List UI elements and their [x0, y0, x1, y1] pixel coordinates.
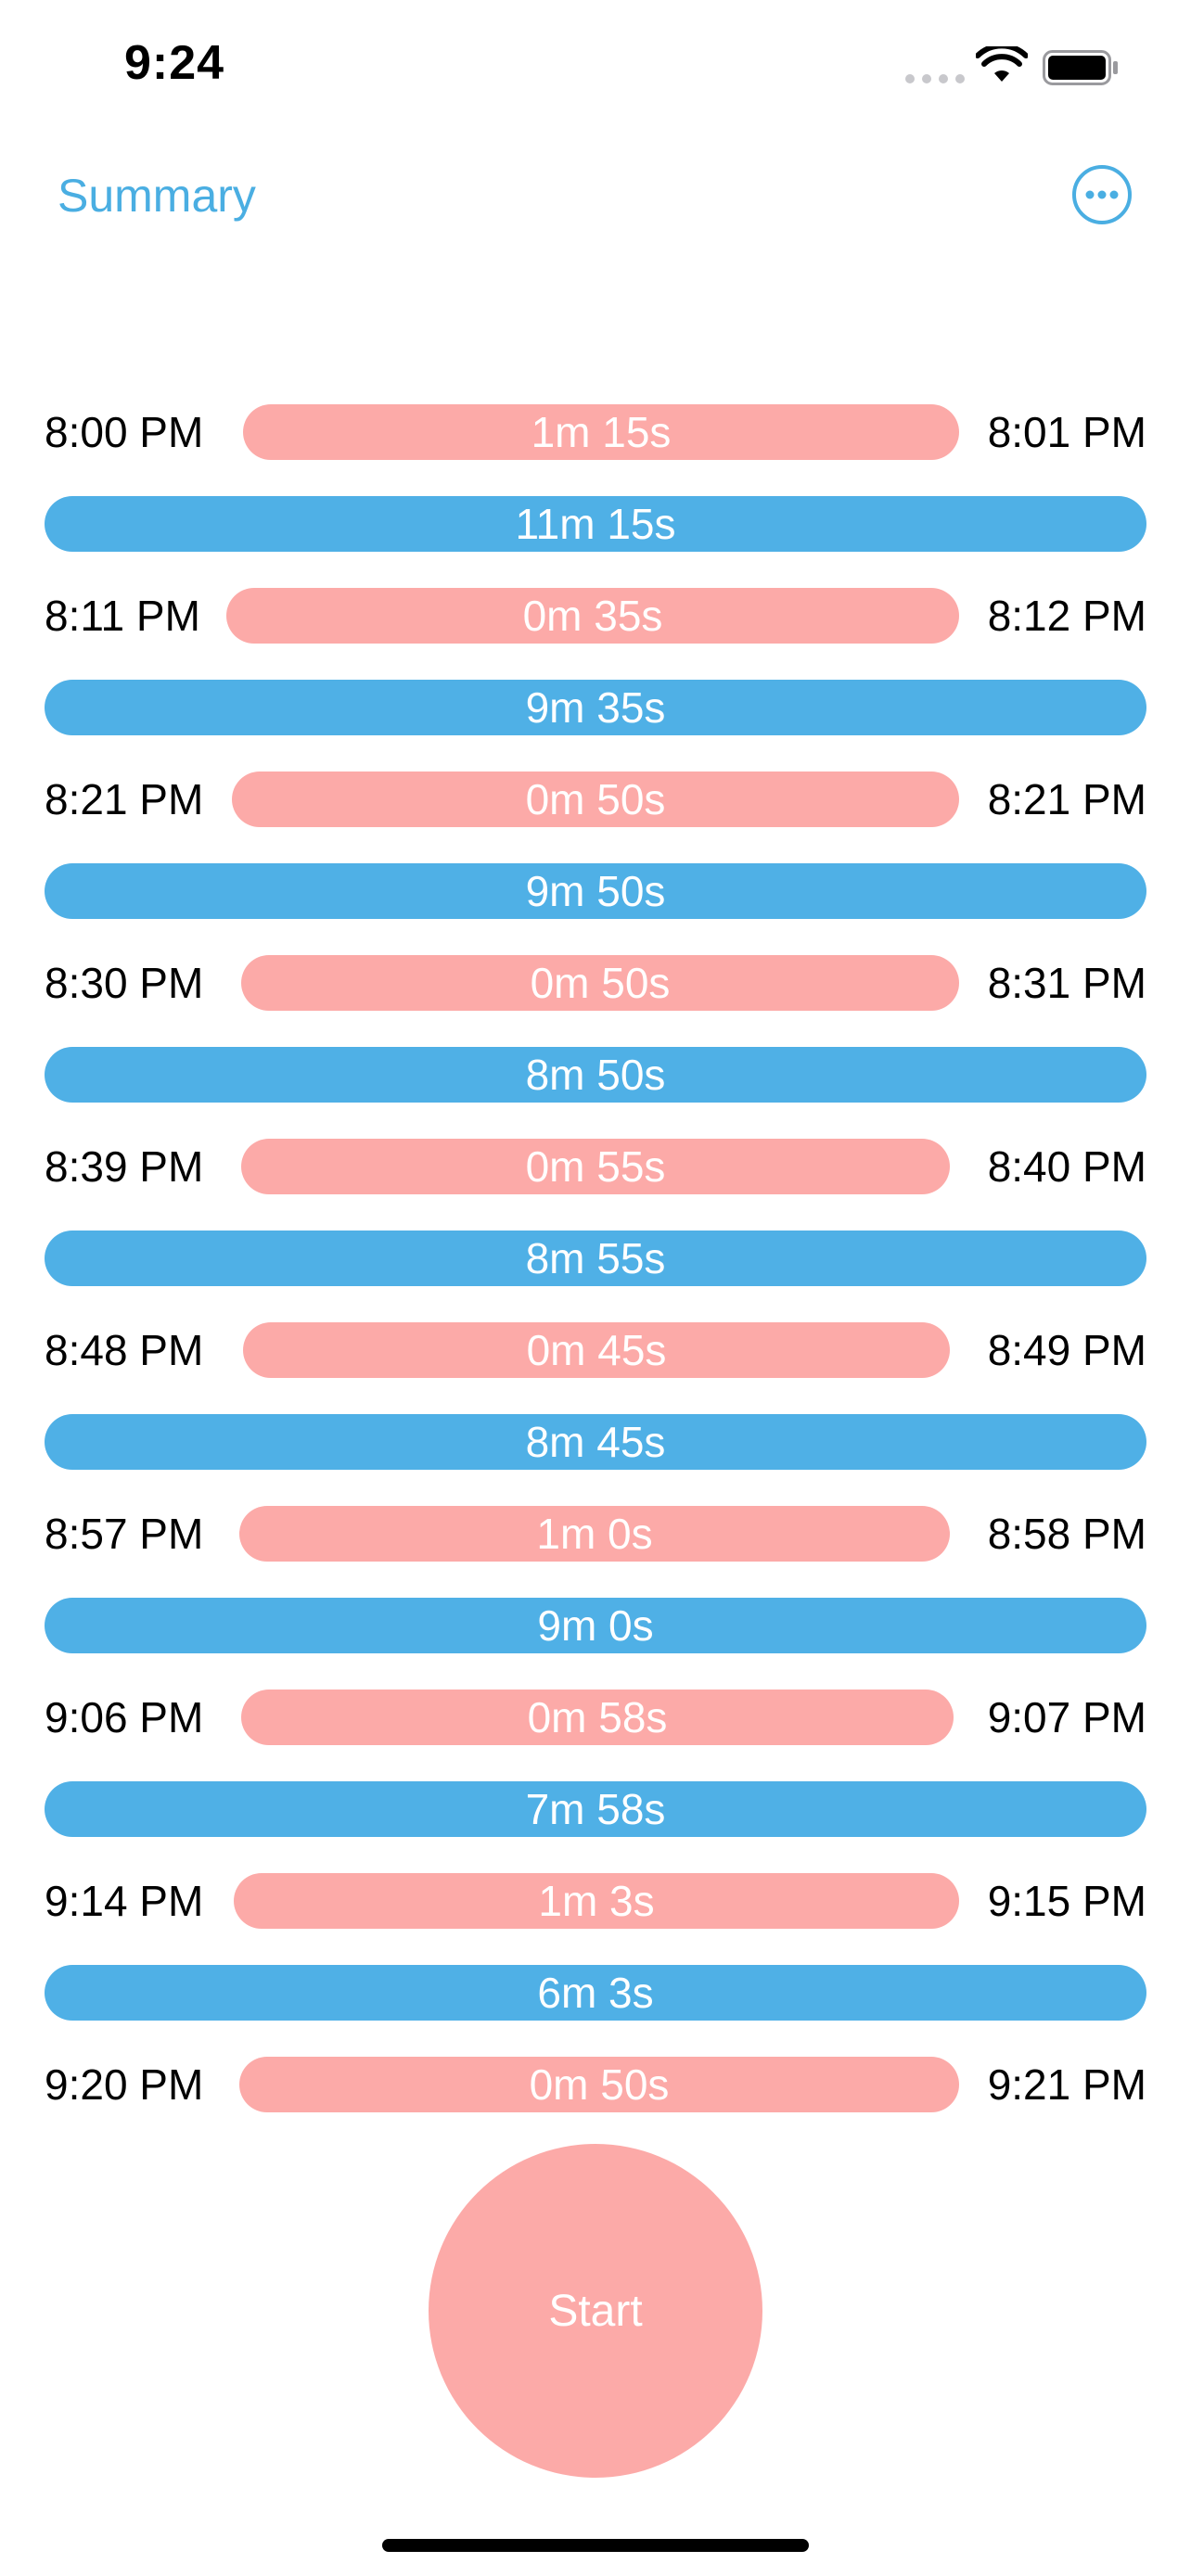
session-end-time: 8:01 PM: [987, 408, 1146, 456]
break-row: 8m 55s: [0, 1231, 1191, 1286]
session-start-time: 8:00 PM: [45, 408, 204, 456]
break-duration-pill[interactable]: 8m 55s: [45, 1231, 1146, 1286]
session-start-time: 8:11 PM: [45, 592, 200, 640]
break-row: 8m 45s: [0, 1414, 1191, 1470]
work-duration-pill[interactable]: 0m 55s: [241, 1139, 950, 1194]
work-session-row: 9:06 PM 0m 58s 9:07 PM: [0, 1690, 1191, 1745]
cellular-signal-icon: [905, 74, 965, 83]
start-button[interactable]: Start: [429, 2144, 762, 2478]
break-duration-pill[interactable]: 8m 50s: [45, 1047, 1146, 1103]
work-duration-pill[interactable]: 0m 58s: [241, 1690, 954, 1745]
work-session-row: 8:30 PM 0m 50s 8:31 PM: [0, 955, 1191, 1011]
break-row: 9m 0s: [0, 1598, 1191, 1653]
session-end-time: 8:12 PM: [987, 592, 1146, 640]
session-end-time: 9:15 PM: [987, 1877, 1146, 1925]
home-indicator: [382, 2539, 809, 2552]
work-session-row: 8:39 PM 0m 55s 8:40 PM: [0, 1139, 1191, 1194]
session-start-time: 8:48 PM: [45, 1326, 204, 1374]
break-row: 11m 15s: [0, 496, 1191, 552]
work-session-row: 8:48 PM 0m 45s 8:49 PM: [0, 1322, 1191, 1378]
work-session-row: 8:21 PM 0m 50s 8:21 PM: [0, 772, 1191, 827]
ellipsis-circle-icon[interactable]: [1070, 163, 1133, 226]
battery-icon: [1043, 50, 1118, 85]
work-duration-pill[interactable]: 1m 3s: [234, 1873, 959, 1929]
work-duration-pill[interactable]: 0m 50s: [232, 772, 959, 827]
wifi-icon: [976, 46, 1028, 82]
break-duration-pill[interactable]: 9m 0s: [45, 1598, 1146, 1653]
work-session-row: 8:57 PM 1m 0s 8:58 PM: [0, 1506, 1191, 1562]
work-session-row: 8:00 PM 1m 15s 8:01 PM: [0, 404, 1191, 460]
session-start-time: 8:30 PM: [45, 959, 204, 1007]
work-duration-pill[interactable]: 0m 50s: [241, 955, 959, 1011]
session-end-time: 9:07 PM: [987, 1693, 1146, 1741]
session-start-time: 8:39 PM: [45, 1142, 204, 1191]
session-end-time: 8:58 PM: [987, 1510, 1146, 1558]
work-duration-pill[interactable]: 0m 35s: [226, 588, 959, 644]
navigation-bar: Summary: [0, 148, 1191, 241]
session-end-time: 9:21 PM: [987, 2060, 1146, 2109]
break-duration-pill[interactable]: 11m 15s: [45, 496, 1146, 552]
break-duration-pill[interactable]: 7m 58s: [45, 1781, 1146, 1837]
work-session-row: 8:11 PM 0m 35s 8:12 PM: [0, 588, 1191, 644]
session-start-time: 8:57 PM: [45, 1510, 204, 1558]
session-start-time: 9:06 PM: [45, 1693, 204, 1741]
session-end-time: 8:40 PM: [987, 1142, 1146, 1191]
break-duration-pill[interactable]: 8m 45s: [45, 1414, 1146, 1470]
break-row: 9m 50s: [0, 863, 1191, 919]
work-duration-pill[interactable]: 1m 15s: [243, 404, 959, 460]
break-row: 8m 50s: [0, 1047, 1191, 1103]
summary-button[interactable]: Summary: [58, 169, 256, 223]
session-start-time: 8:21 PM: [45, 775, 204, 823]
status-time: 9:24: [124, 36, 225, 90]
session-start-time: 9:14 PM: [45, 1877, 204, 1925]
session-end-time: 8:21 PM: [987, 775, 1146, 823]
break-row: 9m 35s: [0, 680, 1191, 735]
work-duration-pill[interactable]: 0m 45s: [243, 1322, 950, 1378]
work-duration-pill[interactable]: 0m 50s: [239, 2057, 959, 2112]
session-end-time: 8:31 PM: [987, 959, 1146, 1007]
break-row: 7m 58s: [0, 1781, 1191, 1837]
session-start-time: 9:20 PM: [45, 2060, 204, 2109]
session-end-time: 8:49 PM: [987, 1326, 1146, 1374]
work-session-row: 9:14 PM 1m 3s 9:15 PM: [0, 1873, 1191, 1929]
break-duration-pill[interactable]: 6m 3s: [45, 1965, 1146, 2021]
break-duration-pill[interactable]: 9m 35s: [45, 680, 1146, 735]
break-row: 6m 3s: [0, 1965, 1191, 2021]
break-duration-pill[interactable]: 9m 50s: [45, 863, 1146, 919]
work-session-row: 9:20 PM 0m 50s 9:21 PM: [0, 2057, 1191, 2112]
status-bar: 9:24: [0, 0, 1191, 130]
work-duration-pill[interactable]: 1m 0s: [239, 1506, 950, 1562]
